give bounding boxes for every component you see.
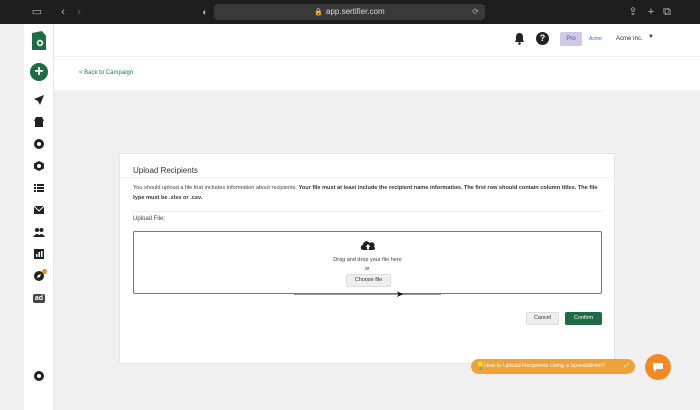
- back-arrow-icon[interactable]: ‹: [58, 5, 68, 19]
- send-icon: [34, 95, 44, 105]
- sidebar-item-emails[interactable]: [24, 202, 54, 218]
- lock-icon: 🔒: [314, 9, 323, 16]
- reload-icon[interactable]: ⟳: [472, 4, 479, 20]
- privacy-shield-icon[interactable]: ◐: [200, 5, 210, 19]
- sidebar-item-campaigns[interactable]: [24, 92, 54, 108]
- back-to-campaign-link[interactable]: < Back to Campaign: [79, 70, 133, 76]
- sidebar-item-badges[interactable]: [24, 136, 54, 152]
- gear-icon: [34, 371, 44, 381]
- sidebar-item-settings[interactable]: [24, 368, 54, 384]
- top-header: ? Pro Acme Acme Inc. ▼: [54, 24, 700, 56]
- hexagon-icon: [34, 161, 44, 171]
- mouse-cursor-icon: ➤: [396, 289, 404, 299]
- confirm-button[interactable]: Confirm: [565, 312, 602, 325]
- browser-toolbar: ▭ ‹ › ◐ 🔒 app.sertifier.com ⟳ ⇪ + ⧉: [0, 0, 700, 24]
- company-name[interactable]: Acme Inc.: [616, 36, 643, 42]
- url-text: app.sertifier.com: [326, 7, 385, 16]
- card-description: You should upload a file that includes i…: [133, 183, 608, 203]
- sidebar-item-analytics[interactable]: [24, 246, 54, 262]
- list-icon: [34, 184, 44, 192]
- bell-icon[interactable]: [514, 32, 525, 45]
- file-drop-zone[interactable]: Drag and drop your file here or Choose f…: [133, 231, 602, 299]
- new-tab-icon[interactable]: +: [646, 5, 656, 19]
- upload-recipients-card: Upload Recipients You should upload a fi…: [119, 153, 615, 364]
- breadcrumb-bar: < Back to Campaign: [54, 56, 700, 90]
- divider: [133, 211, 603, 212]
- drop-instructions: Drag and drop your file here: [333, 257, 402, 263]
- cloud-upload-icon: [360, 241, 376, 250]
- address-bar[interactable]: 🔒 app.sertifier.com ⟳: [214, 4, 485, 20]
- app-window: + ad ? Pro Acme Acme Inc. ▼ < Back to Ca…: [0, 24, 700, 410]
- chart-icon: [34, 249, 44, 259]
- drop-zone-underline: [294, 294, 441, 295]
- share-icon[interactable]: ⇪: [628, 5, 638, 19]
- expand-icon[interactable]: ⤢: [624, 359, 629, 374]
- chat-button[interactable]: [645, 354, 671, 380]
- sidebar-toggle-icon[interactable]: ▭: [30, 5, 44, 19]
- forward-arrow-icon[interactable]: ›: [74, 5, 84, 19]
- choose-file-button[interactable]: Choose file: [346, 274, 391, 287]
- sidebar: + ad: [24, 24, 54, 410]
- store-icon: [34, 117, 44, 127]
- upload-file-label: Upload File:: [133, 216, 166, 222]
- add-button[interactable]: +: [24, 62, 54, 82]
- sidebar-item-designs[interactable]: [24, 158, 54, 174]
- cancel-button[interactable]: Cancel: [526, 312, 559, 325]
- plus-icon: +: [30, 63, 48, 81]
- sidebar-item-store[interactable]: [24, 114, 54, 130]
- users-icon: [33, 228, 45, 237]
- card-title: Upload Recipients: [133, 166, 198, 175]
- chevron-down-icon[interactable]: ▼: [648, 34, 654, 40]
- sidebar-item-explore[interactable]: [24, 268, 54, 284]
- help-guide-pill[interactable]: 💡 How to Upload Recipients Using a Sprea…: [471, 359, 635, 374]
- logo-icon: [32, 31, 46, 50]
- help-pill-text: How to Upload Recipients Using a Spreads…: [484, 363, 606, 369]
- plan-badge[interactable]: Pro: [560, 32, 582, 46]
- company-logo: Acme: [589, 36, 602, 42]
- sidebar-item-ads[interactable]: ad: [24, 290, 54, 306]
- chat-bubble-icon: [653, 363, 663, 372]
- sertifier-logo[interactable]: [24, 30, 54, 52]
- mail-icon: [33, 205, 45, 214]
- or-separator: or: [365, 266, 370, 272]
- tabs-overview-icon[interactable]: ⧉: [662, 5, 672, 19]
- description-plain: You should upload a file that includes i…: [133, 185, 297, 191]
- notification-dot: [42, 269, 47, 274]
- ad-icon: ad: [32, 293, 46, 303]
- sidebar-item-recipients[interactable]: [24, 224, 54, 240]
- badge-icon: [34, 139, 44, 149]
- help-icon[interactable]: ?: [536, 32, 549, 45]
- divider: [120, 177, 614, 178]
- sidebar-item-lists[interactable]: [24, 180, 54, 196]
